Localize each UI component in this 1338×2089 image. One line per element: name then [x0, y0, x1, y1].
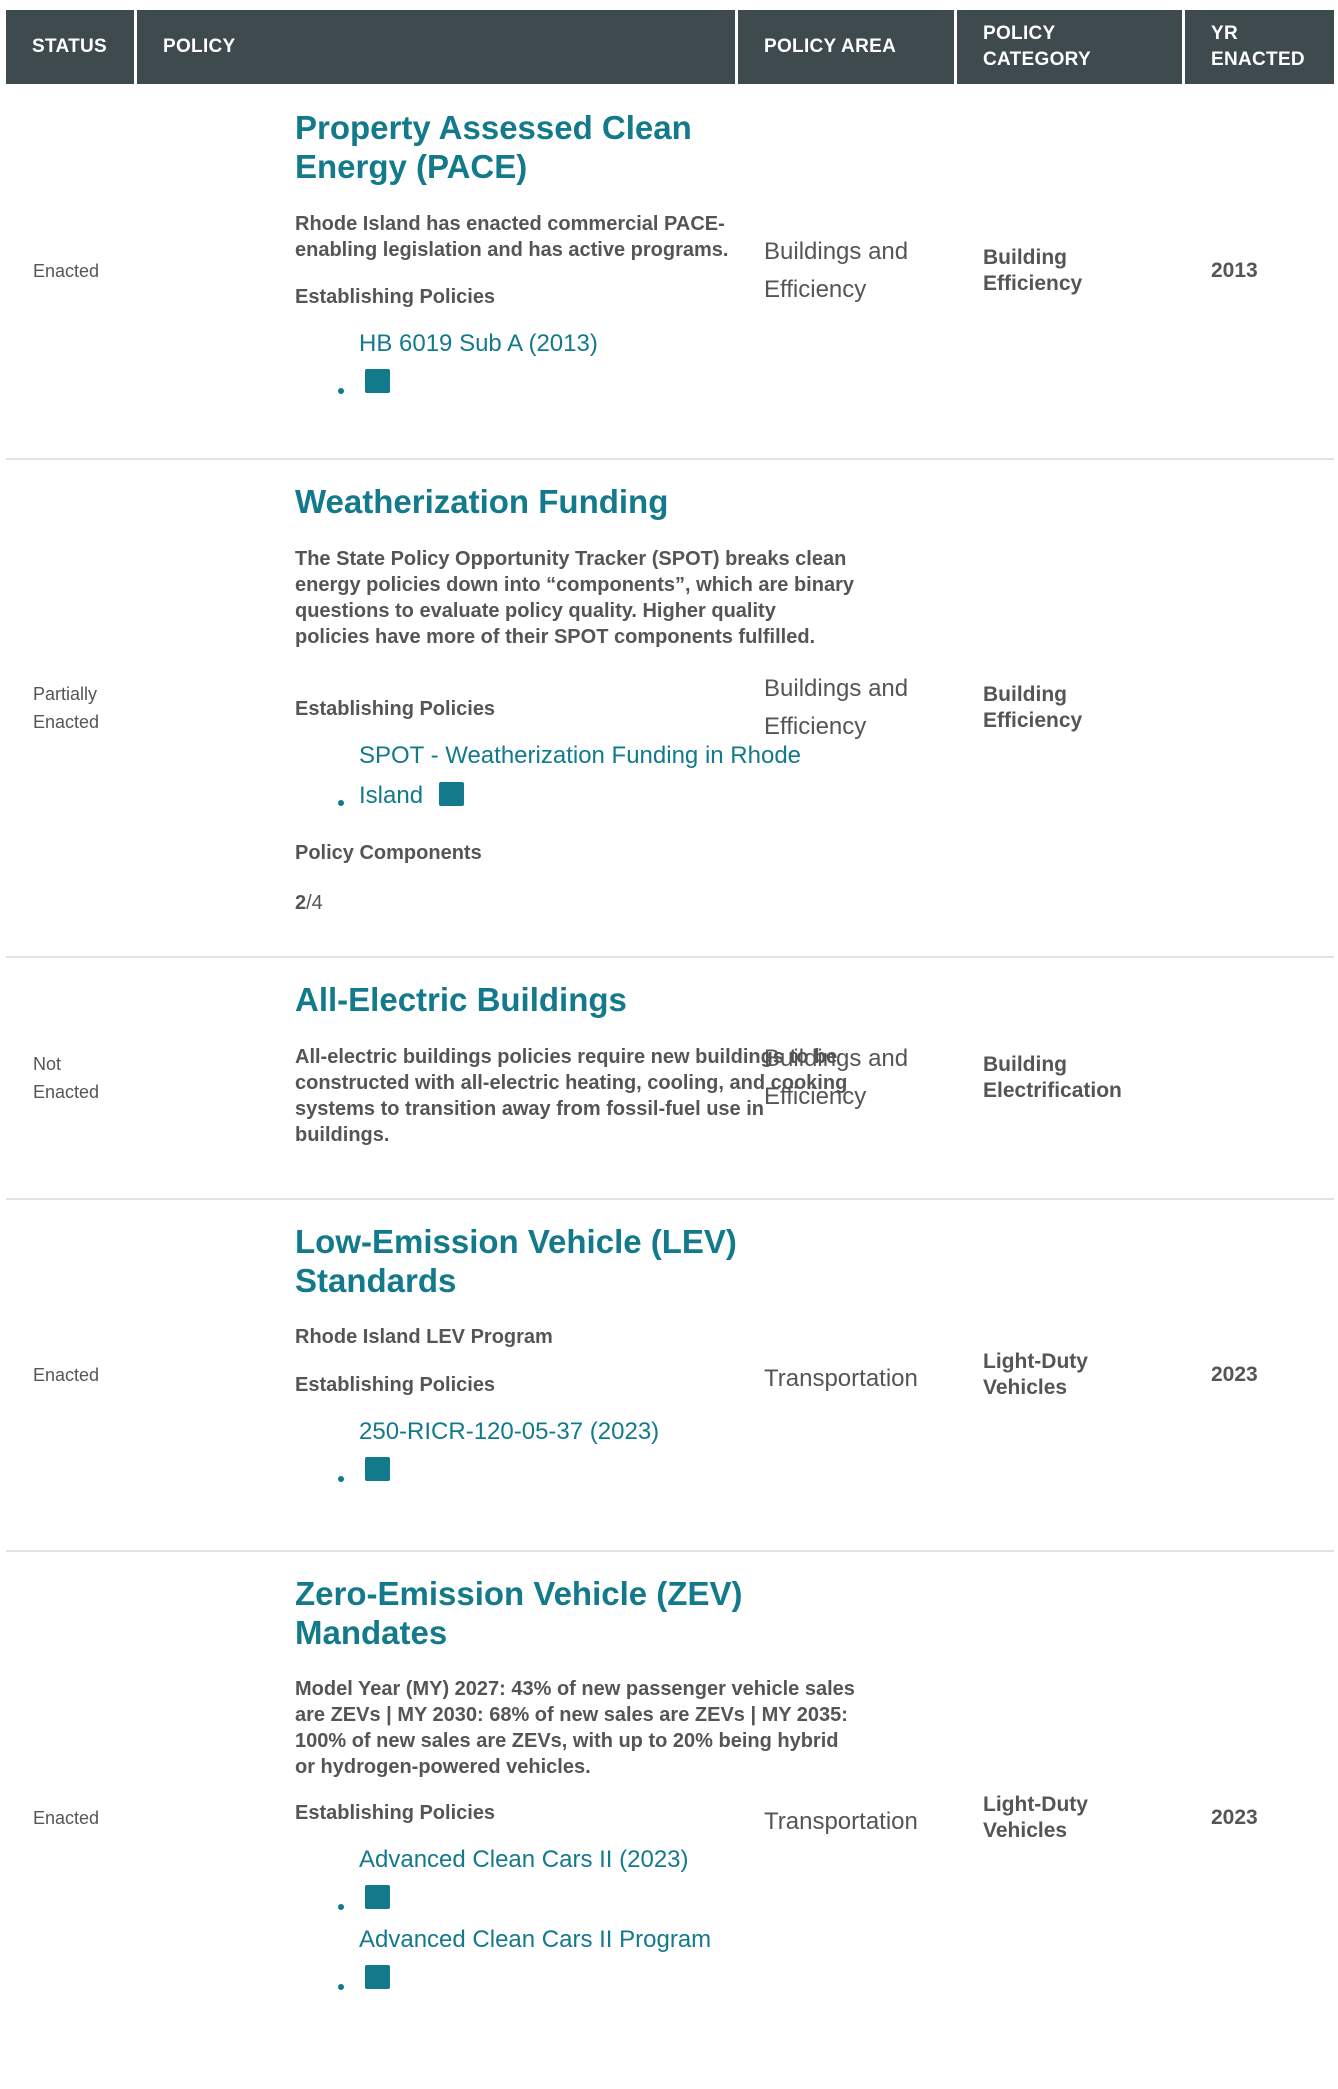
document-icon[interactable] [365, 1457, 390, 1481]
status-cell: Partially Enacted [6, 460, 137, 956]
table-row: Not Enacted All-Electric Buildings All-e… [6, 958, 1334, 1200]
policy-cell: Zero-Emission Vehicle (ZEV) Mandates Mod… [137, 1552, 855, 2084]
policy-area-text: Buildings and Efficiency [764, 238, 909, 303]
year-enacted-text: 2023 [1211, 1363, 1258, 1386]
policy-description: Rhode Island has enacted commercial PACE… [295, 213, 729, 261]
establishing-policies-label: Establishing Policies [295, 1802, 496, 1824]
year-cell: 2013 [1185, 84, 1334, 458]
header-policy-area[interactable]: POLICY AREA [738, 10, 957, 84]
document-icon[interactable] [365, 369, 390, 393]
year-enacted-text: 2013 [1211, 259, 1258, 282]
list-bullet [338, 1984, 344, 1990]
policy-category-cell: Building Efficiency [957, 84, 1185, 458]
establishing-policy-link[interactable]: HB 6019 Sub A (2013) [359, 324, 598, 364]
policy-area-cell: Buildings and Efficiency [738, 84, 957, 458]
policy-area-text: Transportation [764, 1808, 918, 1835]
policy-area-cell: Transportation [738, 1552, 957, 2084]
header-yr-enacted[interactable]: YR ENACTED [1185, 10, 1334, 84]
policy-cell: All-Electric Buildings All-electric buil… [137, 958, 847, 1198]
header-policy-category[interactable]: POLICY CATEGORY [957, 10, 1185, 84]
policy-area-text: Buildings and Efficiency [764, 675, 909, 740]
list-bullet [338, 1476, 344, 1482]
table-header: STATUS POLICY POLICY AREA POLICY CATEGOR… [6, 10, 1334, 84]
policy-title-link[interactable]: All-Electric Buildings [295, 980, 627, 1019]
year-cell [1185, 460, 1334, 956]
policy-title-link[interactable]: Weatherization Funding [295, 482, 668, 521]
status-text: Not Enacted [33, 1054, 100, 1102]
policy-category-cell: Light-Duty Vehicles [957, 1552, 1185, 2084]
policy-category-text: Building Efficiency [983, 246, 1083, 295]
policy-area-cell: Transportation [738, 1200, 957, 1550]
policy-table: STATUS POLICY POLICY AREA POLICY CATEGOR… [6, 10, 1334, 2084]
policy-title-link[interactable]: Low-Emission Vehicle (LEV) Standards [295, 1222, 745, 1300]
year-cell [1185, 958, 1334, 1198]
policy-category-text: Building Efficiency [983, 683, 1083, 732]
establishing-policies-label: Establishing Policies [295, 1374, 496, 1396]
list-bullet [338, 1904, 344, 1910]
status-cell: Enacted [6, 84, 137, 458]
establishing-policy-link[interactable]: Advanced Clean Cars II Program [359, 1920, 711, 1960]
policy-category-cell: Building Efficiency [957, 460, 1185, 956]
header-policy[interactable]: POLICY [137, 10, 738, 84]
policy-description: Rhode Island LEV Program [295, 1326, 553, 1348]
table-row: Partially Enacted Weatherization Funding… [6, 460, 1334, 958]
document-icon[interactable] [365, 1965, 390, 1989]
policy-area-text: Buildings and Efficiency [764, 1045, 909, 1110]
policy-area-cell: Buildings and Efficiency [738, 958, 957, 1198]
status-text: Enacted [33, 1808, 100, 1828]
policy-cell: Weatherization Funding The State Policy … [137, 460, 854, 956]
establishing-policy-link[interactable]: 250-RICR-120-05-37 (2023) [359, 1412, 659, 1452]
status-text: Enacted [33, 1365, 100, 1385]
policy-category-text: Light-Duty Vehicles [983, 1793, 1088, 1842]
table-row: Enacted Zero-Emission Vehicle (ZEV) Mand… [6, 1552, 1334, 2084]
document-icon[interactable] [365, 1885, 390, 1909]
policy-area-cell: Buildings and Efficiency [738, 460, 957, 956]
list-bullet [338, 800, 344, 806]
policy-area-text: Transportation [764, 1365, 918, 1392]
status-text: Partially Enacted [33, 684, 100, 732]
header-status[interactable]: STATUS [6, 10, 137, 84]
table-row: Enacted Property Assessed Clean Energy (… [6, 84, 1334, 460]
status-cell: Enacted [6, 1552, 137, 2084]
policy-title-link[interactable]: Zero-Emission Vehicle (ZEV) Mandates [295, 1574, 775, 1652]
list-bullet [338, 388, 344, 394]
status-cell: Not Enacted [6, 958, 137, 1198]
policy-category-cell: Light-Duty Vehicles [957, 1200, 1185, 1550]
establishing-policies-label: Establishing Policies [295, 698, 496, 720]
policy-cell: Property Assessed Clean Energy (PACE) Rh… [137, 84, 738, 458]
policy-category-cell: Building Electrification [957, 958, 1185, 1198]
policy-category-text: Light-Duty Vehicles [983, 1350, 1088, 1399]
table-row: Enacted Low-Emission Vehicle (LEV) Stand… [6, 1200, 1334, 1552]
policy-components-label: Policy Components [295, 842, 482, 864]
year-enacted-text: 2023 [1211, 1806, 1258, 1829]
document-icon[interactable] [439, 782, 464, 806]
establishing-policy-link[interactable]: Advanced Clean Cars II (2023) [359, 1840, 689, 1880]
establishing-policies-label: Establishing Policies [295, 286, 496, 308]
policy-cell: Low-Emission Vehicle (LEV) Standards Rho… [137, 1200, 738, 1550]
policy-components-count: 2/4 [295, 892, 323, 914]
policy-category-text: Building Electrification [983, 1053, 1122, 1102]
status-cell: Enacted [6, 1200, 137, 1550]
policy-title-link[interactable]: Property Assessed Clean Energy (PACE) [295, 108, 725, 186]
year-cell: 2023 [1185, 1200, 1334, 1550]
year-cell: 2023 [1185, 1552, 1334, 2084]
status-text: Enacted [33, 261, 100, 281]
